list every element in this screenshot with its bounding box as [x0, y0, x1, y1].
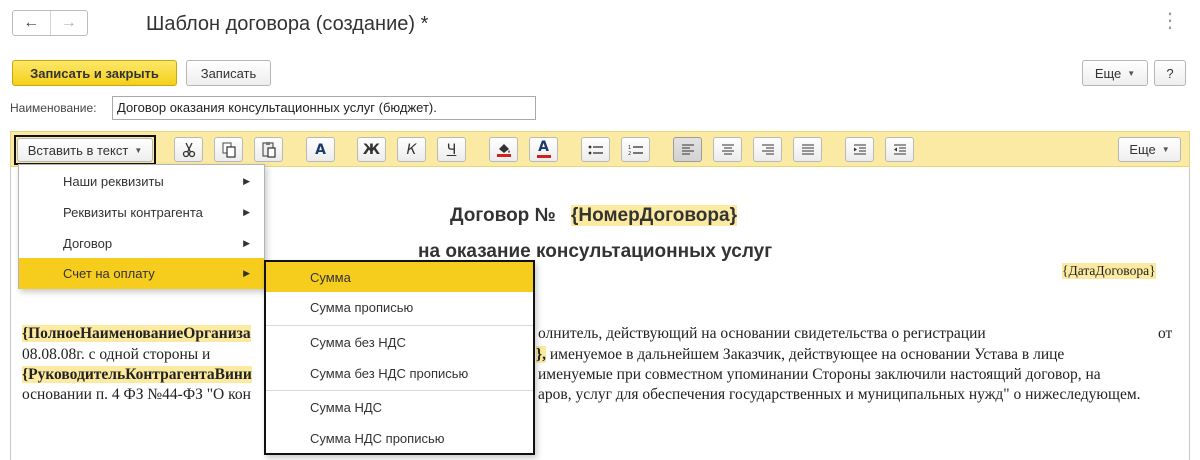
submenu-item-label: Сумма НДС прописью [310, 431, 445, 446]
contract-date-field[interactable]: {ДатаДоговора} [1062, 263, 1156, 279]
menu-item-label: Счет на оплату [63, 266, 155, 281]
insert-into-text-label: Вставить в текст [27, 142, 129, 158]
align-right-icon[interactable] [753, 137, 782, 162]
submenu-separator [266, 390, 533, 391]
more-actions-label: Еще [1094, 65, 1122, 81]
insert-menu: Наши реквизиты ▶ Реквизиты контрагента ▶… [18, 164, 265, 289]
save-and-close-button[interactable]: Записать и закрыть [12, 60, 177, 86]
align-left-icon[interactable] [673, 137, 702, 162]
document-line-2: 08.08.08г. с одной стороны и [22, 346, 211, 363]
document-line-2-text: именуемое в дальнейшем Заказчик, действу… [545, 346, 1065, 363]
font-icon[interactable]: A [306, 137, 335, 162]
submenu-item-label: Сумма без НДС прописью [310, 366, 469, 381]
document-line-1-rest: олнитель, действующий на основании свиде… [538, 325, 986, 342]
document-line-1-end: от [1158, 325, 1173, 342]
indent-decrease-icon[interactable] [885, 137, 914, 162]
document-line-1: {ПолноеНаименованиеОрганиза [22, 324, 251, 344]
cut-icon[interactable] [174, 137, 203, 162]
chevron-right-icon: ▶ [243, 207, 250, 217]
nav-buttons: ← → [12, 10, 88, 36]
submenu-item-sum[interactable]: Сумма [266, 262, 533, 292]
font-color-letter: A [538, 139, 549, 155]
submenu-item-vat[interactable]: Сумма НДС [266, 392, 533, 423]
italic-icon[interactable]: К [397, 137, 426, 162]
document-line-2-rest: }, именуемое в дальнейшем Заказчик, дейс… [536, 345, 1064, 365]
font-color-icon[interactable]: A [529, 137, 558, 162]
background-color-icon[interactable] [489, 137, 518, 162]
more-actions-button[interactable]: Еще ▼ [1082, 60, 1148, 86]
insert-into-text-button[interactable]: Вставить в текст ▼ [17, 138, 153, 162]
document-line-3-rest: именуемые при совместном упоминании Стор… [538, 366, 1101, 383]
menu-item-our-details[interactable]: Наши реквизиты ▶ [19, 166, 264, 197]
counterparty-head-field[interactable]: {РуководительКонтрагентаВини [22, 366, 252, 383]
underline-icon[interactable]: Ч [437, 137, 466, 162]
paste-icon[interactable] [254, 137, 283, 162]
submenu-item-label: Сумма НДС [310, 400, 383, 415]
document-line-3: {РуководительКонтрагентаВини [22, 365, 252, 385]
document-line-4-rest: аров, услуг для обеспечения государствен… [538, 386, 1141, 403]
submenu-item-label: Сумма прописью [310, 300, 414, 315]
menu-item-label: Договор [63, 236, 113, 251]
svg-text:2: 2 [628, 151, 631, 156]
menu-item-contract[interactable]: Договор ▶ [19, 228, 264, 259]
save-button[interactable]: Записать [186, 60, 271, 86]
chevron-down-icon: ▼ [134, 145, 143, 155]
document-line-4: основании п. 4 ФЗ №44-ФЗ "О кон [22, 386, 251, 403]
window-title: Шаблон договора (создание) * [146, 13, 429, 35]
submenu-separator [266, 325, 533, 326]
menu-item-invoice[interactable]: Счет на оплату ▶ [19, 258, 264, 289]
toolbar-more-label: Еще [1129, 142, 1156, 157]
font-color-swatch [536, 155, 551, 158]
window-menu-icon[interactable]: ⋮ [1160, 11, 1181, 31]
bullet-list-icon[interactable] [581, 137, 610, 162]
submenu-item-sum-words[interactable]: Сумма прописью [266, 292, 533, 323]
menu-item-label: Реквизиты контрагента [63, 205, 203, 220]
chevron-right-icon: ▶ [243, 268, 250, 278]
name-field-label: Наименование: [10, 101, 97, 115]
submenu-item-vat-words[interactable]: Сумма НДС прописью [266, 423, 533, 454]
toolbar-more-button[interactable]: Еще ▼ [1118, 137, 1181, 162]
submenu-item-sum-no-vat-words[interactable]: Сумма без НДС прописью [266, 358, 533, 389]
document-title: Договор № {НомерДоговора} [450, 205, 737, 227]
numbered-list-icon[interactable]: 12 [621, 137, 650, 162]
invoice-submenu: Сумма Сумма прописью Сумма без НДС Сумма… [264, 260, 535, 455]
align-center-icon[interactable] [713, 137, 742, 162]
menu-item-label: Наши реквизиты [63, 174, 164, 189]
align-justify-icon[interactable] [793, 137, 822, 162]
chevron-right-icon: ▶ [243, 176, 250, 186]
help-button[interactable]: ? [1154, 60, 1186, 86]
name-field[interactable]: Договор оказания консультационных услуг … [112, 96, 536, 120]
submenu-item-label: Сумма без НДС [310, 335, 406, 350]
chevron-right-icon: ▶ [243, 238, 250, 248]
forward-arrow-icon[interactable]: → [49, 11, 88, 35]
copy-icon[interactable] [214, 137, 243, 162]
submenu-item-sum-no-vat[interactable]: Сумма без НДС [266, 327, 533, 358]
contract-number-field[interactable]: {НомерДоговора} [571, 205, 737, 226]
chevron-down-icon: ▼ [1127, 68, 1136, 78]
back-arrow-icon[interactable]: ← [13, 11, 50, 35]
chevron-down-icon: ▼ [1161, 145, 1170, 154]
menu-item-counterparty-details[interactable]: Реквизиты контрагента ▶ [19, 197, 264, 228]
indent-increase-icon[interactable] [845, 137, 874, 162]
counterparty-field-tail[interactable]: }, [536, 346, 546, 363]
bold-icon[interactable]: Ж [357, 137, 386, 162]
submenu-item-label: Сумма [310, 269, 351, 285]
org-name-field[interactable]: {ПолноеНаименованиеОрганиза [22, 325, 251, 342]
document-title-prefix: Договор № [450, 205, 556, 226]
